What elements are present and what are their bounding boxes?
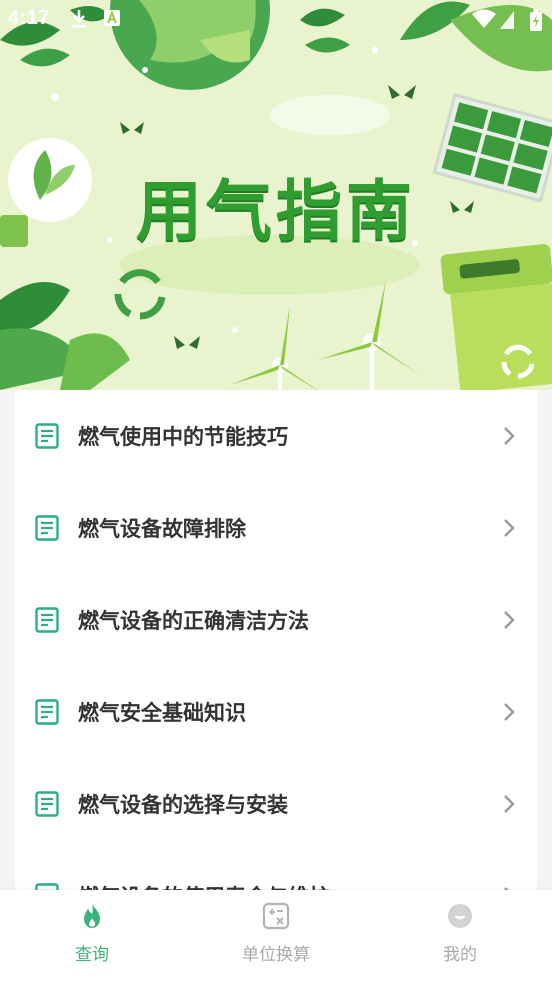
guide-list-item[interactable]: 燃气使用中的节能技巧 [15, 390, 537, 482]
tab-unit-conversion[interactable]: 单位换算 [184, 890, 368, 983]
document-icon [35, 791, 59, 817]
chevron-right-icon [504, 611, 515, 629]
guide-list-item[interactable]: 燃气设备的选择与安装 [15, 758, 537, 850]
calculator-icon [262, 902, 290, 930]
guide-list: 燃气使用中的节能技巧 燃气设备故障排除 燃气设备的正确清洁方法 燃气安全基础知识… [15, 390, 537, 890]
chevron-right-icon [504, 427, 515, 445]
app-screen: 用气指南 4:17 燃气使用中的节能技巧 燃气设备故障排除 燃气设备的正确清洁方… [0, 0, 552, 983]
document-icon [35, 423, 59, 449]
guide-list-item[interactable]: 燃气设备的正确清洁方法 [15, 574, 537, 666]
guide-list-item[interactable]: 燃气设备故障排除 [15, 482, 537, 574]
signal-icon [500, 11, 514, 29]
chevron-right-icon [504, 519, 515, 537]
profile-icon [448, 904, 472, 928]
guide-item-label: 燃气设备故障排除 [78, 517, 246, 541]
guide-item-label: 燃气设备的正确清洁方法 [78, 609, 309, 633]
hero-banner: 用气指南 [0, 0, 552, 390]
tab-query[interactable]: 查询 [0, 890, 184, 983]
battery-icon [530, 9, 542, 31]
document-icon [35, 883, 59, 890]
chevron-right-icon [504, 703, 515, 721]
download-icon [72, 10, 86, 28]
guide-item-label: 燃气设备的选择与安装 [78, 793, 288, 817]
tab-profile[interactable]: 我的 [368, 890, 552, 983]
guide-item-label: 燃气使用中的节能技巧 [78, 425, 288, 449]
wifi-icon [472, 9, 496, 28]
tab-label: 我的 [443, 945, 477, 965]
guide-item-label: 燃气设备的使用寿命与维护 [78, 881, 330, 890]
status-time: 4:17 [8, 7, 51, 29]
bottom-nav: 查询 单位换算 我的 [0, 890, 552, 983]
document-icon [35, 515, 59, 541]
app-notification-icon [104, 10, 120, 26]
chevron-right-icon [504, 795, 515, 813]
status-bar: 4:17 [0, 0, 552, 36]
guide-item-label: 燃气安全基础知识 [78, 701, 246, 725]
document-icon [35, 607, 59, 633]
document-icon [35, 699, 59, 725]
tab-label: 查询 [75, 945, 109, 965]
guide-list-item[interactable]: 燃气设备的使用寿命与维护 [15, 850, 537, 890]
hero-title: 用气指南 [136, 173, 416, 250]
flame-icon [84, 903, 100, 928]
guide-list-item[interactable]: 燃气安全基础知识 [15, 666, 537, 758]
tab-label: 单位换算 [242, 945, 310, 965]
